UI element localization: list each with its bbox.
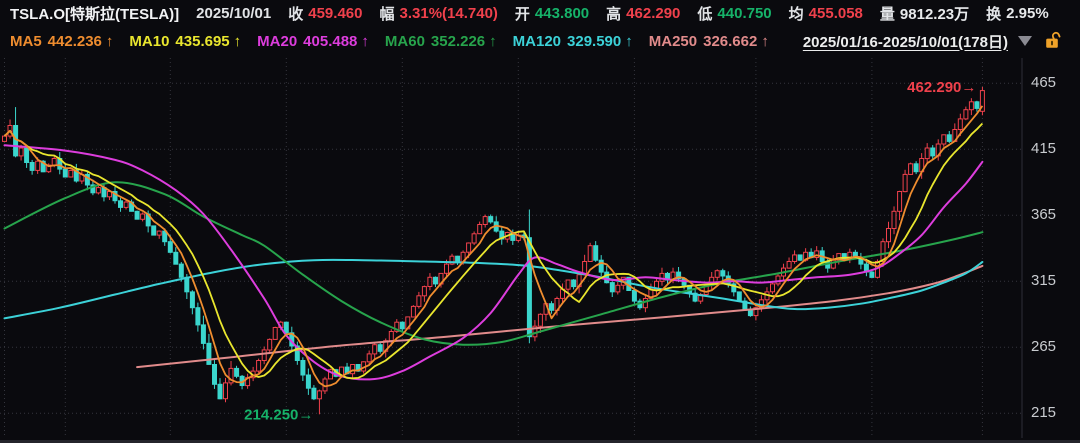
y-axis-label: 265 <box>1031 338 1056 355</box>
gridlines <box>0 58 1022 438</box>
date-range[interactable]: 2025/01/16-2025/10/01(178日) <box>803 31 1008 52</box>
ma-legend: MA5 442.236 ↑ MA10 435.695 ↑ MA20 405.48… <box>0 27 1080 55</box>
up-arrow-icon: ↑ <box>361 33 369 50</box>
triangle-down-icon[interactable] <box>1018 36 1032 46</box>
ma250-legend: MA250 326.662 ↑ <box>649 33 769 50</box>
y-axis-label: 465 <box>1031 74 1056 91</box>
field-open: 开 443.800 <box>515 3 589 24</box>
up-arrow-icon: ↑ <box>625 33 633 50</box>
ma120-legend: MA120 329.590 ↑ <box>513 33 633 50</box>
price-annotation: 462.290→ <box>907 79 976 96</box>
up-arrow-icon: ↑ <box>489 33 497 50</box>
y-axis-label: 365 <box>1031 206 1056 223</box>
price-chart[interactable]: 462.290→ 214.250→ <box>0 0 1080 443</box>
field-avg: 均 455.058 <box>789 3 863 24</box>
ma5-legend: MA5 442.236 ↑ <box>10 33 113 50</box>
stock-chart-app: 462.290→ 214.250→ 465 415 365 315 265 215 TSLA… <box>0 0 1080 443</box>
symbol-name: TSLA.O[特斯拉(TESLA)] <box>10 3 179 24</box>
up-arrow-icon: ↑ <box>234 33 242 50</box>
ma20-legend: MA20 405.488 ↑ <box>257 33 369 50</box>
field-change: 幅 3.31%(14.740) <box>379 3 497 24</box>
field-low: 低 440.750 <box>697 3 771 24</box>
up-arrow-icon: ↑ <box>761 33 769 50</box>
field-turnover: 换 2.95% <box>986 3 1049 24</box>
y-axis-label: 415 <box>1031 140 1056 157</box>
unlock-icon[interactable] <box>1042 30 1064 52</box>
ma10-legend: MA10 435.695 ↑ <box>129 33 241 50</box>
field-high: 高 462.290 <box>606 3 680 24</box>
y-axis-label: 315 <box>1031 272 1056 289</box>
ma5-line <box>5 106 983 387</box>
up-arrow-icon: ↑ <box>106 33 114 50</box>
quote-header: TSLA.O[特斯拉(TESLA)] 2025/10/01 收 459.460 … <box>0 0 1080 27</box>
ma60-legend: MA60 352.226 ↑ <box>385 33 497 50</box>
date-range-control: 2025/01/16-2025/10/01(178日) <box>803 30 1064 52</box>
y-axis-label: 215 <box>1031 404 1056 421</box>
field-close: 收 459.460 <box>288 3 362 24</box>
field-volume: 量 9812.23万 <box>880 3 969 24</box>
quote-date: 2025/10/01 <box>196 5 271 22</box>
ma10-line <box>5 124 983 379</box>
price-annotation: 214.250→ <box>244 406 313 423</box>
